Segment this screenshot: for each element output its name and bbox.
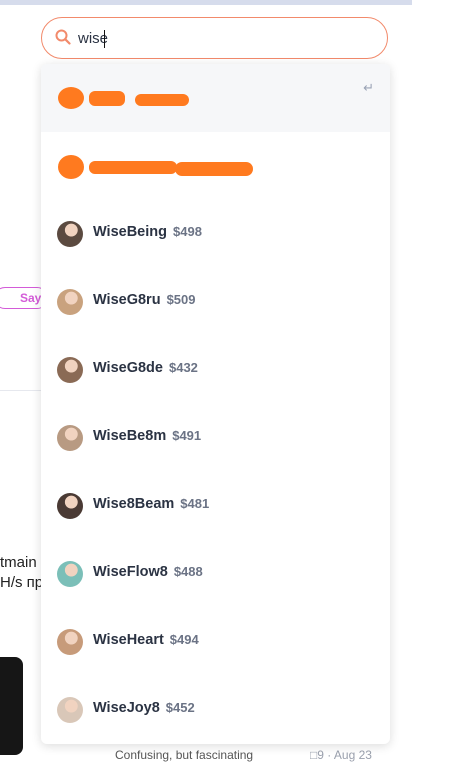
redaction-mark bbox=[58, 155, 253, 179]
username: WiseBeing $498 bbox=[93, 224, 202, 240]
username: WiseBe8m $491 bbox=[93, 428, 201, 444]
top-border bbox=[0, 0, 412, 5]
redaction-mark bbox=[58, 87, 189, 109]
background-dark-card bbox=[0, 657, 23, 755]
price-label: $481 bbox=[180, 496, 210, 511]
search-suggestions-dropdown: ↵ WiseBeing $498 WiseG8ru $509 WiseG8de $432 W… bbox=[41, 64, 390, 744]
suggestion-row[interactable]: WiseHeart $494 bbox=[41, 608, 390, 676]
suggestion-row[interactable]: WiseJoy8 $452 bbox=[41, 676, 390, 744]
price-label: $498 bbox=[173, 224, 202, 239]
price-label: $452 bbox=[165, 700, 195, 715]
avatar bbox=[57, 357, 83, 383]
username-text: WiseJoy8 bbox=[93, 700, 160, 716]
username-text: WiseFlow8 bbox=[93, 564, 168, 580]
suggestion-row[interactable]: Wise8Beam $481 bbox=[41, 472, 390, 540]
price-label: $494 bbox=[169, 632, 199, 647]
username: WiseG8ru $509 bbox=[93, 292, 195, 308]
background-pill-label: Say bbox=[20, 291, 42, 305]
suggestion-row-redacted-1[interactable]: ↵ bbox=[41, 64, 390, 132]
username-text: WiseHeart bbox=[93, 632, 164, 648]
avatar bbox=[57, 289, 83, 315]
avatar bbox=[57, 629, 83, 655]
username: WiseFlow8 $488 bbox=[93, 564, 203, 580]
background-divider bbox=[0, 390, 42, 391]
avatar bbox=[57, 697, 83, 723]
avatar bbox=[57, 561, 83, 587]
text-caret bbox=[104, 30, 105, 48]
username-text: WiseG8de bbox=[93, 360, 163, 376]
username: WiseJoy8 $452 bbox=[93, 700, 195, 716]
background-footer-meta: □9 · Aug 23 bbox=[310, 748, 372, 762]
avatar bbox=[57, 221, 83, 247]
avatar bbox=[57, 425, 83, 451]
suggestion-row[interactable]: WiseG8de $432 bbox=[41, 336, 390, 404]
enter-key-icon: ↵ bbox=[363, 80, 374, 95]
suggestion-row[interactable]: WiseBeing $498 bbox=[41, 200, 390, 268]
background-text-line-2: H/s пр bbox=[0, 574, 44, 591]
username: WiseHeart $494 bbox=[93, 632, 199, 648]
username: WiseG8de $432 bbox=[93, 360, 198, 376]
search-icon bbox=[55, 29, 71, 45]
username-text: Wise8Beam bbox=[93, 496, 175, 512]
suggestion-row[interactable]: WiseBe8m $491 bbox=[41, 404, 390, 472]
suggestion-row[interactable]: WiseG8ru $509 bbox=[41, 268, 390, 336]
username-text: WiseBeing bbox=[93, 224, 167, 240]
suggestion-row-redacted-2[interactable] bbox=[41, 132, 390, 200]
price-label: $509 bbox=[166, 292, 196, 307]
suggestion-row[interactable]: WiseFlow8 $488 bbox=[41, 540, 390, 608]
background-footer-text: Confusing, but fascinating bbox=[115, 748, 254, 762]
avatar bbox=[57, 493, 83, 519]
price-label: $432 bbox=[168, 360, 198, 375]
search-input[interactable] bbox=[78, 26, 358, 50]
price-label: $488 bbox=[173, 564, 203, 579]
search-box[interactable] bbox=[41, 17, 388, 59]
price-label: $491 bbox=[172, 428, 202, 443]
background-text-line-1: tmain bbox=[0, 554, 37, 571]
username-text: WiseG8ru bbox=[93, 292, 161, 308]
username: Wise8Beam $481 bbox=[93, 496, 209, 512]
username-text: WiseBe8m bbox=[93, 428, 167, 444]
